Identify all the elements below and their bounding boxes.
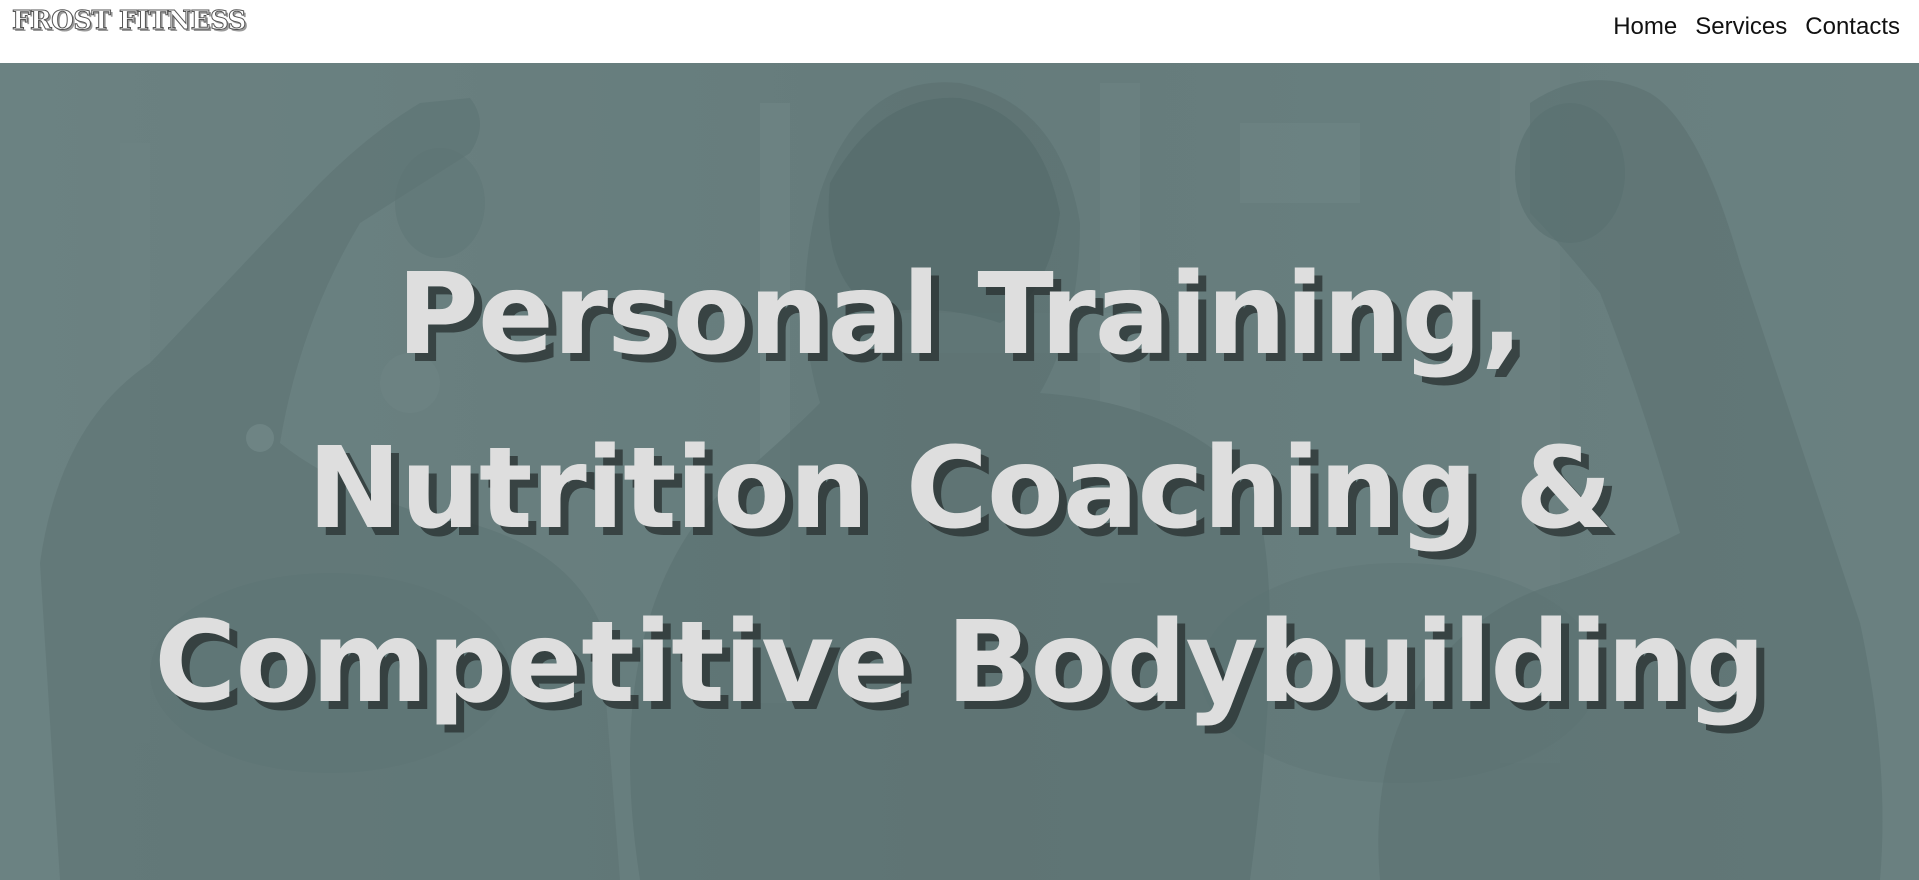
main-nav: Home Services Contacts (1613, 10, 1900, 44)
hero-headline: Personal Training, Nutrition Coaching & … (0, 228, 1919, 750)
headline-line-1: Personal Training, (396, 250, 1523, 380)
headline-line-3: Competitive Bodybuilding (154, 598, 1765, 728)
site-header: FROST FITNESS Home Services Contacts (0, 0, 1919, 63)
brand-logo[interactable]: FROST FITNESS (12, 4, 247, 38)
headline-line-2: Nutrition Coaching & (307, 424, 1612, 554)
nav-link-services[interactable]: Services (1695, 10, 1787, 44)
nav-link-home[interactable]: Home (1613, 10, 1677, 44)
hero-section: Personal Training, Nutrition Coaching & … (0, 63, 1919, 880)
nav-link-contacts[interactable]: Contacts (1805, 10, 1900, 44)
